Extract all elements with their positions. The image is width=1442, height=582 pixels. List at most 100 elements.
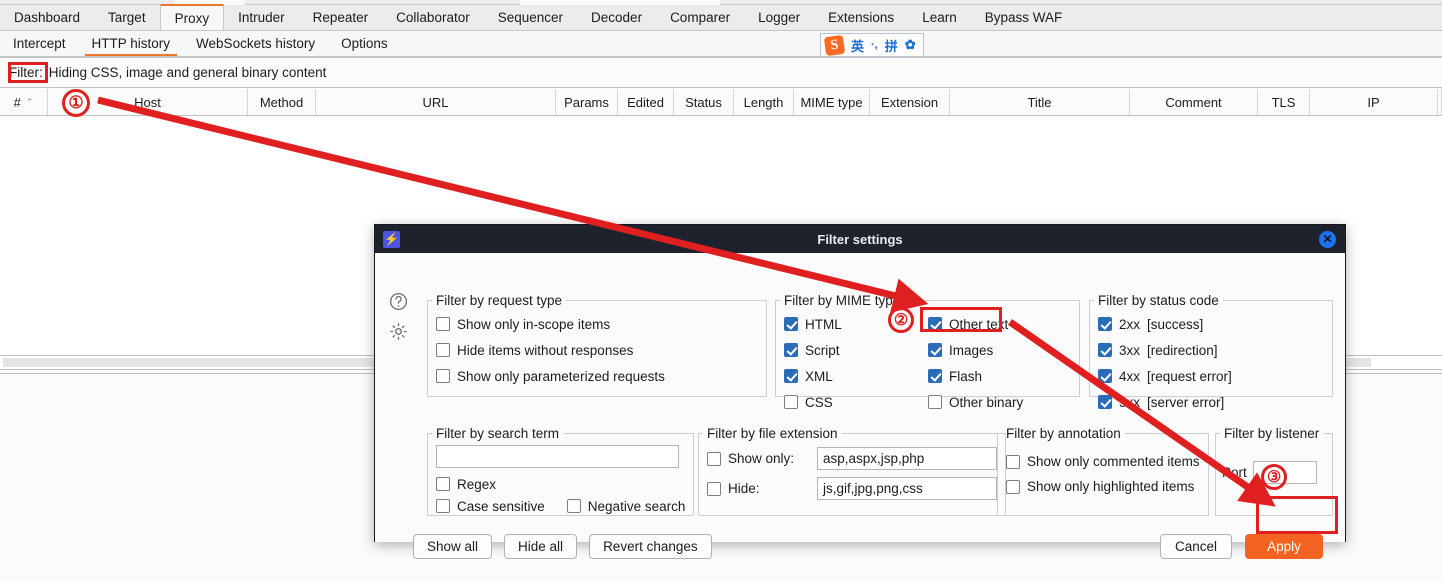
checkbox-show-only-commented-items[interactable]: Show only commented items [1006,449,1200,474]
checkbox-hide-extensions[interactable] [707,481,721,496]
checkbox-box[interactable] [784,395,798,409]
checkbox-mime-flash[interactable]: Flash [928,363,1023,389]
column-header-url[interactable]: URL [316,89,556,115]
checkbox-mime-script[interactable]: Script [784,337,892,363]
group-legend: Filter by listener [1224,426,1320,441]
main-tab-logger[interactable]: Logger [744,5,814,30]
checkbox-mime-other-binary[interactable]: Other binary [928,389,1023,415]
checkbox-regex[interactable]: Regex [436,473,685,495]
main-tab-learn[interactable]: Learn [908,5,971,30]
listener-port-input[interactable] [1252,461,1317,484]
checkbox-box[interactable] [436,369,450,383]
apply-button[interactable]: Apply [1245,534,1323,559]
checkbox-status-4xx[interactable]: 4xx [request error] [1098,363,1324,389]
checkbox-box[interactable] [1006,479,1020,494]
main-tab-intruder[interactable]: Intruder [224,5,299,30]
main-tab-bar: Dashboard Target Proxy Intruder Repeater… [0,4,1442,31]
sub-tab-websockets-history[interactable]: WebSockets history [183,31,328,56]
sub-tab-options[interactable]: Options [328,31,401,56]
column-header-method[interactable]: Method [248,89,316,115]
checkbox-status-5xx[interactable]: 5xx [server error] [1098,389,1324,415]
column-header-ip[interactable]: IP [1310,89,1438,115]
checkbox-hide-items-without-responses[interactable]: Hide items without responses [436,337,758,363]
help-icon[interactable] [388,291,409,312]
column-header-status[interactable]: Status [674,89,734,115]
main-tab-target[interactable]: Target [94,5,160,30]
checkbox-mime-html[interactable]: HTML [784,311,892,337]
checkbox-box[interactable] [566,499,581,513]
checkbox-status-2xx[interactable]: 2xx [success] [1098,311,1324,337]
hide-all-button[interactable]: Hide all [504,534,578,559]
checkbox-box[interactable] [436,343,450,357]
column-header-tls[interactable]: TLS [1258,89,1310,115]
checkbox-case-sensitive[interactable]: Case sensitive [436,495,545,517]
checkbox-show-only-extensions[interactable] [707,451,721,466]
checkbox-box[interactable] [928,369,942,383]
sogou-logo-icon: S [823,34,846,56]
ime-gear-icon[interactable]: ✿ [905,37,916,53]
column-header-edited[interactable]: Edited [618,89,674,115]
main-tab-comparer[interactable]: Comparer [656,5,744,30]
checkbox-box[interactable] [928,317,942,331]
filter-bar-label[interactable]: Filter: [7,64,45,81]
checkbox-negative-search[interactable]: Negative search [566,495,685,517]
column-header-extension[interactable]: Extension [870,89,950,115]
main-tab-decoder[interactable]: Decoder [577,5,656,30]
checkbox-mime-xml[interactable]: XML [784,363,892,389]
main-tab-sequencer[interactable]: Sequencer [484,5,577,30]
sub-tab-http-history[interactable]: HTTP history [79,31,184,56]
show-all-button[interactable]: Show all [413,534,493,559]
checkbox-box[interactable] [1098,369,1112,383]
hide-extensions-input[interactable]: js,gif,jpg,png,css [817,477,997,500]
revert-changes-button[interactable]: Revert changes [589,534,712,559]
ime-punctuation-icon[interactable]: ·, [871,39,878,51]
checkbox-status-3xx[interactable]: 3xx [redirection] [1098,337,1324,363]
filter-bar[interactable]: Filter: Hiding CSS, image and general bi… [0,57,1442,88]
checkbox-mime-images[interactable]: Images [928,337,1023,363]
main-tab-collaborator[interactable]: Collaborator [382,5,484,30]
column-header-params[interactable]: Params [556,89,618,115]
checkbox-box[interactable] [784,343,798,357]
checkbox-box[interactable] [436,499,450,513]
checkbox-mime-other-text[interactable]: Other text [928,311,1023,337]
checkbox-box[interactable] [784,317,798,331]
main-tab-repeater[interactable]: Repeater [299,5,383,30]
port-label: Port [1222,465,1247,480]
checkbox-box[interactable] [1006,454,1020,469]
show-only-extensions-value: asp,aspx,jsp,php [823,451,925,466]
main-tab-proxy[interactable]: Proxy [159,4,225,30]
checkbox-box[interactable] [436,477,450,491]
cancel-button[interactable]: Cancel [1160,534,1232,559]
checkbox-box[interactable] [928,395,942,409]
main-tab-dashboard[interactable]: Dashboard [0,5,94,30]
checkbox-box[interactable] [1098,343,1112,357]
column-label: MIME type [800,94,863,110]
sub-tab-intercept[interactable]: Intercept [0,31,79,56]
gear-icon[interactable] [388,321,409,342]
sogou-ime-toolbar[interactable]: S 英 ·, 拼 ✿ [820,33,924,57]
show-only-label: Show only: [728,451,795,466]
column-header-length[interactable]: Length [734,89,794,115]
checkbox-box[interactable] [436,317,450,331]
ime-input-method[interactable]: 拼 [885,36,898,55]
checkbox-mime-css[interactable]: CSS [784,389,892,415]
show-only-extensions-input[interactable]: asp,aspx,jsp,php [817,447,997,470]
column-header-mime-type[interactable]: MIME type [794,89,870,115]
column-header-comment[interactable]: Comment [1130,89,1258,115]
checkbox-box[interactable] [1098,395,1112,409]
checkbox-box[interactable] [784,369,798,383]
search-term-input[interactable] [436,445,679,468]
column-header-host[interactable]: Host [48,89,248,115]
column-header-number[interactable]: # ⌃ [0,89,48,115]
checkbox-box[interactable] [1098,317,1112,331]
column-header-title[interactable]: Title [950,89,1130,115]
ime-language-mode[interactable]: 英 [851,36,864,55]
main-tab-extensions[interactable]: Extensions [814,5,908,30]
main-tab-bypass-waf[interactable]: Bypass WAF [971,5,1077,30]
close-icon[interactable]: ✕ [1319,231,1336,248]
main-tab-label: Decoder [591,10,643,25]
checkbox-box[interactable] [928,343,942,357]
checkbox-show-only-parameterized-requests[interactable]: Show only parameterized requests [436,363,758,389]
checkbox-show-only-in-scope-items[interactable]: Show only in-scope items [436,311,758,337]
checkbox-show-only-highlighted-items[interactable]: Show only highlighted items [1006,474,1200,499]
